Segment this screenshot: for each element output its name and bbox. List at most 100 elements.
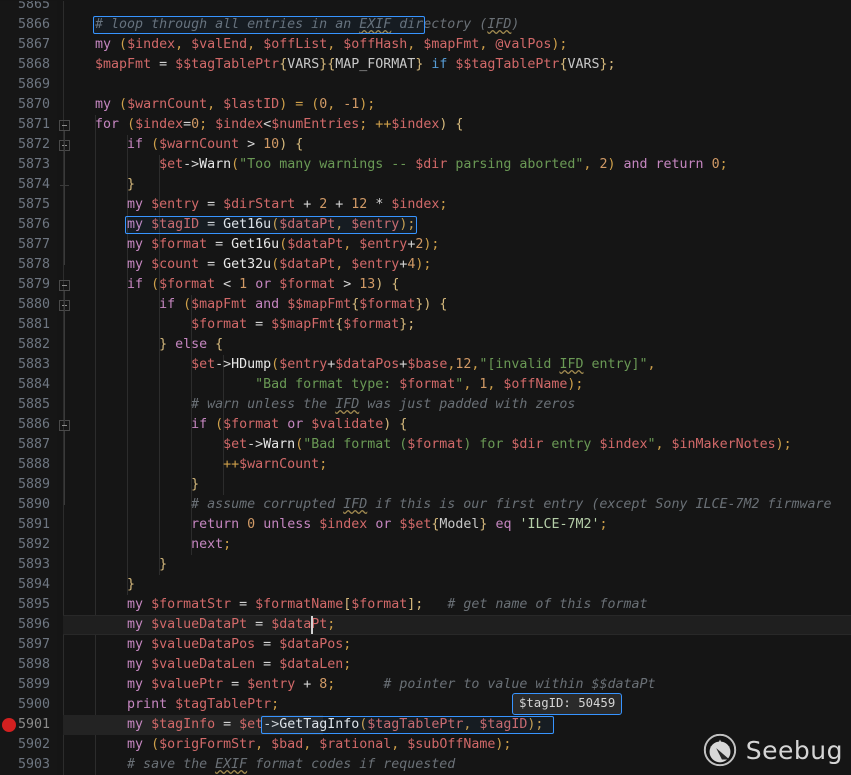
code-line[interactable]: }: [63, 555, 167, 575]
code-token: $entry: [359, 237, 408, 252]
line-number[interactable]: 5886: [0, 415, 50, 435]
line-number[interactable]: 5897: [0, 635, 50, 655]
code-line[interactable]: print $tagTablePtr;: [63, 695, 279, 715]
code-line[interactable]: my $entry = $dirStart + 2 + 12 * $index;: [63, 195, 447, 215]
code-line[interactable]: $et->HDump($entry+$dataPos+$base,12,"[in…: [63, 355, 655, 375]
code-token: $format: [399, 377, 456, 392]
line-number[interactable]: 5873: [0, 155, 50, 175]
line-number[interactable]: 5881: [0, 315, 50, 335]
code-token: );: [567, 377, 584, 392]
code-line[interactable]: # assume corrupted IFD if this is our fi…: [63, 495, 840, 515]
code-token: @valPos: [495, 37, 552, 52]
code-editor[interactable]: # loop through all entries in an EXIF di…: [0, 0, 851, 775]
line-number[interactable]: 5894: [0, 575, 50, 595]
code-line[interactable]: my $formatStr = $formatName[$format]; # …: [63, 595, 647, 615]
code-token: ;: [343, 657, 352, 672]
code-token: =: [247, 317, 272, 332]
code-line[interactable]: if ($format < 1 or $format > 13) {: [63, 275, 399, 295]
code-token: (: [143, 737, 160, 752]
code-token: # assume corrupted: [191, 497, 344, 512]
code-line[interactable]: for ($index=0; $index<$numEntries; ++$in…: [63, 115, 463, 135]
code-line[interactable]: }: [63, 575, 135, 595]
line-number[interactable]: 5890: [0, 495, 50, 515]
line-number[interactable]: 5902: [0, 735, 50, 755]
code-line[interactable]: ++$warnCount;: [63, 455, 327, 475]
code-line[interactable]: my $valueDataPt = $dataPt;: [63, 615, 335, 635]
code-line[interactable]: "Bad format type: $format", 1, $offName)…: [63, 375, 583, 395]
line-number[interactable]: 5875: [0, 195, 50, 215]
code-line[interactable]: return 0 unless $index or $$et{Model} eq…: [63, 515, 607, 535]
code-line[interactable]: my ($warnCount, $lastID) = (0, -1);: [63, 95, 375, 115]
code-line[interactable]: my $valuePtr = $entry + 8; # pointer to …: [63, 675, 655, 695]
line-number[interactable]: 5892: [0, 535, 50, 555]
code-line[interactable]: next;: [63, 535, 231, 555]
line-number[interactable]: 5888: [0, 455, 50, 475]
line-number[interactable]: 5866: [0, 15, 50, 35]
line-number[interactable]: 5868: [0, 55, 50, 75]
code-token: =: [255, 657, 280, 672]
line-number[interactable]: 5893: [0, 555, 50, 575]
line-number[interactable]: 5879: [0, 275, 50, 295]
code-line[interactable]: my ($origFormStr, $bad, $rational, $subO…: [63, 735, 511, 755]
code-token: $offName: [503, 377, 568, 392]
line-number[interactable]: 5884: [0, 375, 50, 395]
line-number[interactable]: 5878: [0, 255, 50, 275]
line-number[interactable]: 5874: [0, 175, 50, 195]
occurrence-box-comment-ifd: [93, 16, 426, 34]
code-line[interactable]: # save the EXIF format codes if requeste…: [63, 755, 455, 775]
code-content[interactable]: # loop through all entries in an EXIF di…: [0, 0, 851, 775]
code-line[interactable]: }: [63, 475, 199, 495]
code-line[interactable]: } else {: [63, 335, 223, 355]
fold-toggle-icon[interactable]: [59, 120, 70, 131]
fold-guide-line: [64, 431, 65, 505]
line-number[interactable]: 5880: [0, 295, 50, 315]
code-line[interactable]: my ($index, $valEnd, $offList, $offHash,…: [63, 35, 567, 55]
code-line[interactable]: my $valueDataLen = $dataLen;: [63, 655, 351, 675]
line-number[interactable]: 5871: [0, 115, 50, 135]
code-line[interactable]: my $valueDataPos = $dataPos;: [63, 635, 351, 655]
line-number[interactable]: 5887: [0, 435, 50, 455]
breakpoint-execution-icon[interactable]: [2, 718, 18, 734]
code-line[interactable]: $mapFmt = $$tagTablePtr{VARS}{MAP_FORMAT…: [63, 55, 615, 75]
code-line[interactable]: my $count = Get32u($dataPt, $entry+4);: [63, 255, 431, 275]
code-line[interactable]: $format = $$mapFmt{$format};: [63, 315, 415, 335]
code-line[interactable]: $et->Warn("Too many warnings -- $dir par…: [63, 155, 728, 175]
line-number[interactable]: 5891: [0, 515, 50, 535]
line-number[interactable]: 5883: [0, 355, 50, 375]
code-token: $index: [127, 37, 176, 52]
code-line[interactable]: if ($mapFmt and $$mapFmt{$format}) {: [63, 295, 447, 315]
code-token: ++: [63, 457, 240, 472]
line-number[interactable]: 5872: [0, 135, 50, 155]
line-number[interactable]: 5876: [0, 215, 50, 235]
line-number[interactable]: 5870: [0, 95, 50, 115]
line-number[interactable]: 5885: [0, 395, 50, 415]
code-line[interactable]: if ($warnCount > 10) {: [63, 135, 303, 155]
line-number[interactable]: 5877: [0, 235, 50, 255]
code-token: 10: [263, 137, 280, 152]
line-number[interactable]: 5869: [0, 75, 50, 95]
code-token: or: [375, 517, 392, 532]
line-number[interactable]: 5889: [0, 475, 50, 495]
line-number[interactable]: 5882: [0, 335, 50, 355]
line-number[interactable]: 5896: [0, 615, 50, 635]
line-number[interactable]: 5903: [0, 755, 50, 775]
code-line[interactable]: }: [63, 175, 135, 195]
line-number[interactable]: 5900: [0, 695, 50, 715]
line-number[interactable]: 5867: [0, 35, 50, 55]
code-line[interactable]: $et->Warn("Bad format ($format) for $dir…: [63, 435, 792, 455]
line-number[interactable]: 5898: [0, 655, 50, 675]
code-token: ;: [199, 117, 216, 132]
line-number[interactable]: 5895: [0, 595, 50, 615]
line-number[interactable]: 5865: [0, 0, 50, 15]
code-line[interactable]: my $format = Get16u($dataPt, $entry+2);: [63, 235, 439, 255]
line-number[interactable]: 5899: [0, 675, 50, 695]
fold-toggle-icon[interactable]: [59, 280, 70, 291]
code-line[interactable]: # warn unless the IFD was just padded wi…: [63, 395, 575, 415]
code-line[interactable]: if ($format or $validate) {: [63, 415, 407, 435]
